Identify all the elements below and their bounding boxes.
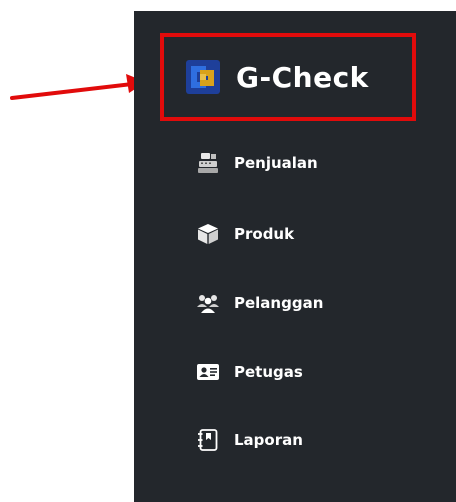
sidebar-item-label: Laporan — [234, 431, 303, 449]
users-icon — [197, 295, 219, 313]
brand-name: G-Check — [236, 60, 369, 94]
sidebar-item-petugas[interactable]: Petugas — [196, 357, 416, 387]
sidebar-item-label: Penjualan — [234, 154, 318, 172]
id-card-icon — [197, 364, 219, 380]
sidebar-item-label: Petugas — [234, 363, 303, 381]
sidebar-item-label: Produk — [234, 225, 295, 243]
box-icon — [198, 224, 218, 244]
sidebar-item-pelanggan[interactable]: Pelanggan — [196, 288, 416, 318]
sidebar-item-laporan[interactable]: Laporan — [196, 425, 416, 455]
sidebar-item-label: Pelanggan — [234, 294, 324, 312]
sidebar-item-penjualan[interactable]: Penjualan — [196, 148, 416, 178]
brand-highlight-box[interactable]: G-Check — [160, 33, 416, 121]
sidebar: G-Check Penjualan Produk Pelanggan Petug… — [134, 11, 456, 502]
g-check-logo-icon — [186, 60, 220, 94]
book-icon — [198, 429, 218, 451]
cash-register-icon — [198, 153, 218, 173]
sidebar-item-produk[interactable]: Produk — [196, 219, 416, 249]
